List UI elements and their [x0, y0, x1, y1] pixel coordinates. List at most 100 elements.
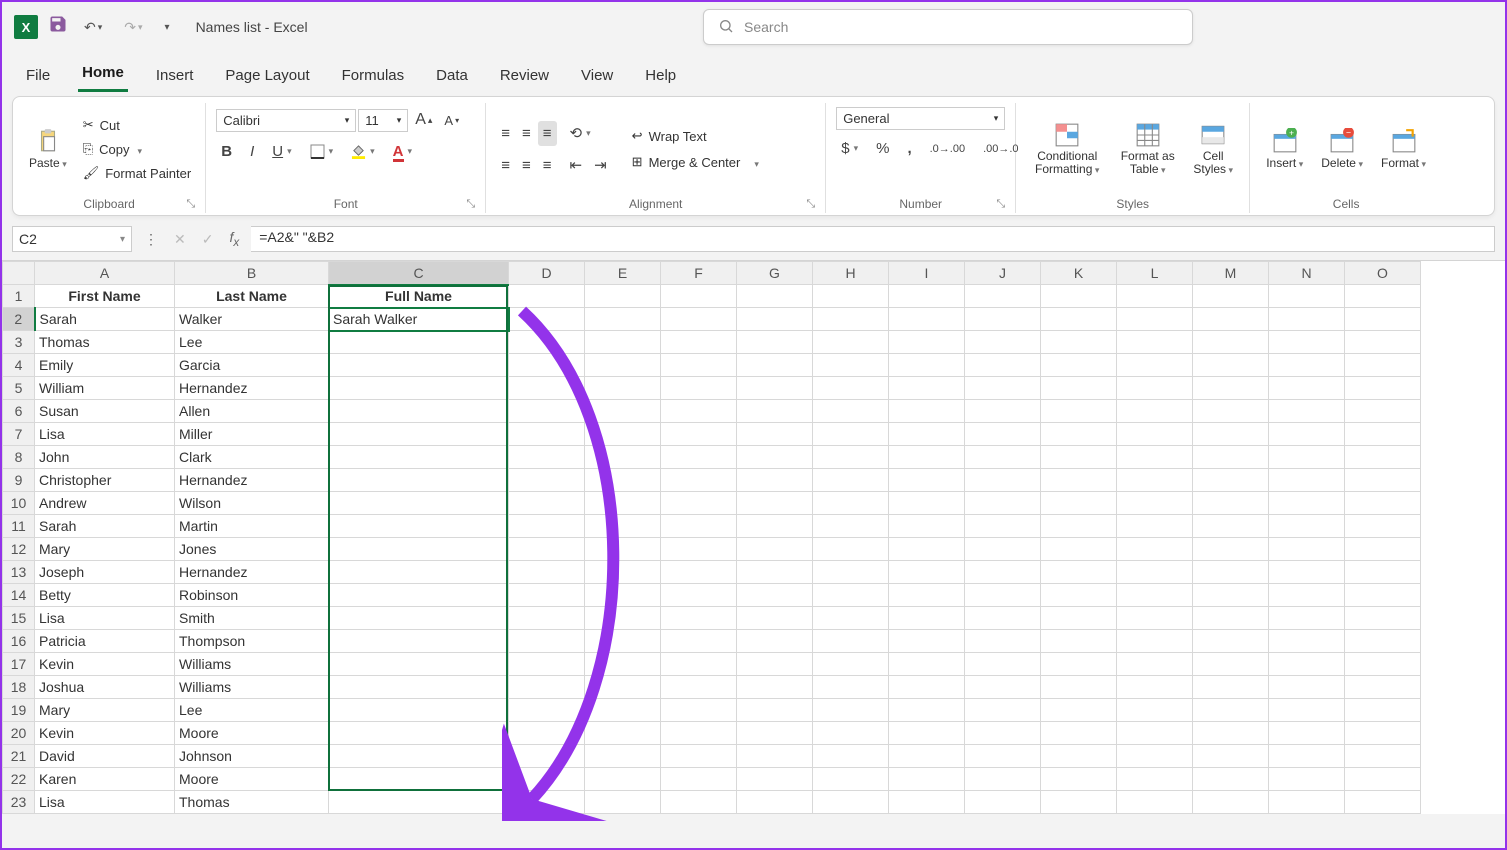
cell[interactable]	[509, 584, 585, 607]
cell[interactable]	[509, 331, 585, 354]
font-name-select[interactable]: Calibri▾	[216, 109, 356, 132]
cell-B2[interactable]: Walker	[175, 308, 329, 331]
save-icon[interactable]	[48, 14, 68, 40]
col-header-M[interactable]: M	[1193, 262, 1269, 285]
cell[interactable]	[1117, 469, 1193, 492]
cell[interactable]	[889, 423, 965, 446]
cell[interactable]	[1269, 308, 1345, 331]
align-bottom-button[interactable]: ≡	[538, 121, 557, 146]
cell-B21[interactable]: Johnson	[175, 745, 329, 768]
cell[interactable]	[813, 791, 889, 814]
cell[interactable]	[737, 492, 813, 515]
cell[interactable]	[509, 308, 585, 331]
undo-button[interactable]: ↶▾	[78, 15, 108, 40]
cell[interactable]	[585, 653, 661, 676]
delete-cells-button[interactable]: − Delete	[1315, 126, 1369, 172]
increase-decimal-button[interactable]: .0→.00	[925, 139, 970, 159]
cell[interactable]	[1269, 561, 1345, 584]
cell[interactable]	[1345, 377, 1421, 400]
cell-C3[interactable]	[329, 331, 509, 354]
cell[interactable]	[509, 285, 585, 308]
cell[interactable]	[965, 285, 1041, 308]
cell-A13[interactable]: Joseph	[35, 561, 175, 584]
cell[interactable]	[1117, 492, 1193, 515]
cell[interactable]	[1269, 699, 1345, 722]
cell[interactable]	[585, 515, 661, 538]
cell[interactable]	[1193, 515, 1269, 538]
cell-A20[interactable]: Kevin	[35, 722, 175, 745]
cell-A2[interactable]: Sarah	[35, 308, 175, 331]
cell[interactable]	[1269, 791, 1345, 814]
cell[interactable]	[889, 331, 965, 354]
cell-A10[interactable]: Andrew	[35, 492, 175, 515]
cell[interactable]	[889, 377, 965, 400]
cell[interactable]	[1041, 469, 1117, 492]
cell[interactable]	[1193, 538, 1269, 561]
cell-C13[interactable]	[329, 561, 509, 584]
col-header-O[interactable]: O	[1345, 262, 1421, 285]
cell-C14[interactable]	[329, 584, 509, 607]
cell-A21[interactable]: David	[35, 745, 175, 768]
cell[interactable]	[813, 469, 889, 492]
cell[interactable]	[737, 630, 813, 653]
cell[interactable]	[965, 607, 1041, 630]
cell[interactable]	[1269, 538, 1345, 561]
cell[interactable]	[661, 584, 737, 607]
cell[interactable]	[889, 699, 965, 722]
row-header-2[interactable]: 2	[3, 308, 35, 331]
cell[interactable]	[509, 400, 585, 423]
cell-B3[interactable]: Lee	[175, 331, 329, 354]
tab-insert[interactable]: Insert	[152, 59, 198, 92]
cell-C19[interactable]	[329, 699, 509, 722]
cell[interactable]	[1041, 354, 1117, 377]
cell[interactable]	[737, 768, 813, 791]
cell[interactable]	[661, 308, 737, 331]
cell[interactable]	[1117, 630, 1193, 653]
col-header-L[interactable]: L	[1117, 262, 1193, 285]
cell[interactable]	[889, 400, 965, 423]
row-header-7[interactable]: 7	[3, 423, 35, 446]
col-header-E[interactable]: E	[585, 262, 661, 285]
cell[interactable]	[889, 676, 965, 699]
cell-A16[interactable]: Patricia	[35, 630, 175, 653]
cell[interactable]	[1193, 377, 1269, 400]
cell[interactable]	[1041, 446, 1117, 469]
cell[interactable]	[1269, 423, 1345, 446]
cell[interactable]	[1041, 561, 1117, 584]
cell[interactable]	[661, 561, 737, 584]
cell[interactable]	[1117, 699, 1193, 722]
cell[interactable]	[661, 400, 737, 423]
row-header-11[interactable]: 11	[3, 515, 35, 538]
qat-customize[interactable]: ▾	[159, 18, 176, 37]
tab-review[interactable]: Review	[496, 59, 553, 92]
cell-B22[interactable]: Moore	[175, 768, 329, 791]
cell-A11[interactable]: Sarah	[35, 515, 175, 538]
cell[interactable]	[661, 423, 737, 446]
cell[interactable]	[889, 446, 965, 469]
row-header-12[interactable]: 12	[3, 538, 35, 561]
row-header-17[interactable]: 17	[3, 653, 35, 676]
clipboard-launcher[interactable]: ⤡	[186, 198, 195, 211]
row-header-9[interactable]: 9	[3, 469, 35, 492]
cell[interactable]	[1345, 285, 1421, 308]
cell[interactable]	[1117, 561, 1193, 584]
cell[interactable]	[1117, 331, 1193, 354]
font-launcher[interactable]: ⤡	[466, 198, 475, 211]
align-top-button[interactable]: ≡	[496, 121, 515, 146]
cell[interactable]	[661, 676, 737, 699]
cell[interactable]	[1345, 699, 1421, 722]
row-header-5[interactable]: 5	[3, 377, 35, 400]
format-painter-button[interactable]: 🖌Format Painter	[79, 163, 196, 183]
cell-C8[interactable]	[329, 446, 509, 469]
cell[interactable]	[585, 308, 661, 331]
format-cells-button[interactable]: Format	[1375, 126, 1432, 172]
cell[interactable]	[889, 768, 965, 791]
row-header-15[interactable]: 15	[3, 607, 35, 630]
cell-A8[interactable]: John	[35, 446, 175, 469]
cell[interactable]	[1193, 768, 1269, 791]
cell[interactable]	[737, 722, 813, 745]
cell[interactable]	[737, 285, 813, 308]
cell[interactable]	[1269, 630, 1345, 653]
cell[interactable]	[737, 446, 813, 469]
bold-button[interactable]: B	[216, 139, 237, 164]
